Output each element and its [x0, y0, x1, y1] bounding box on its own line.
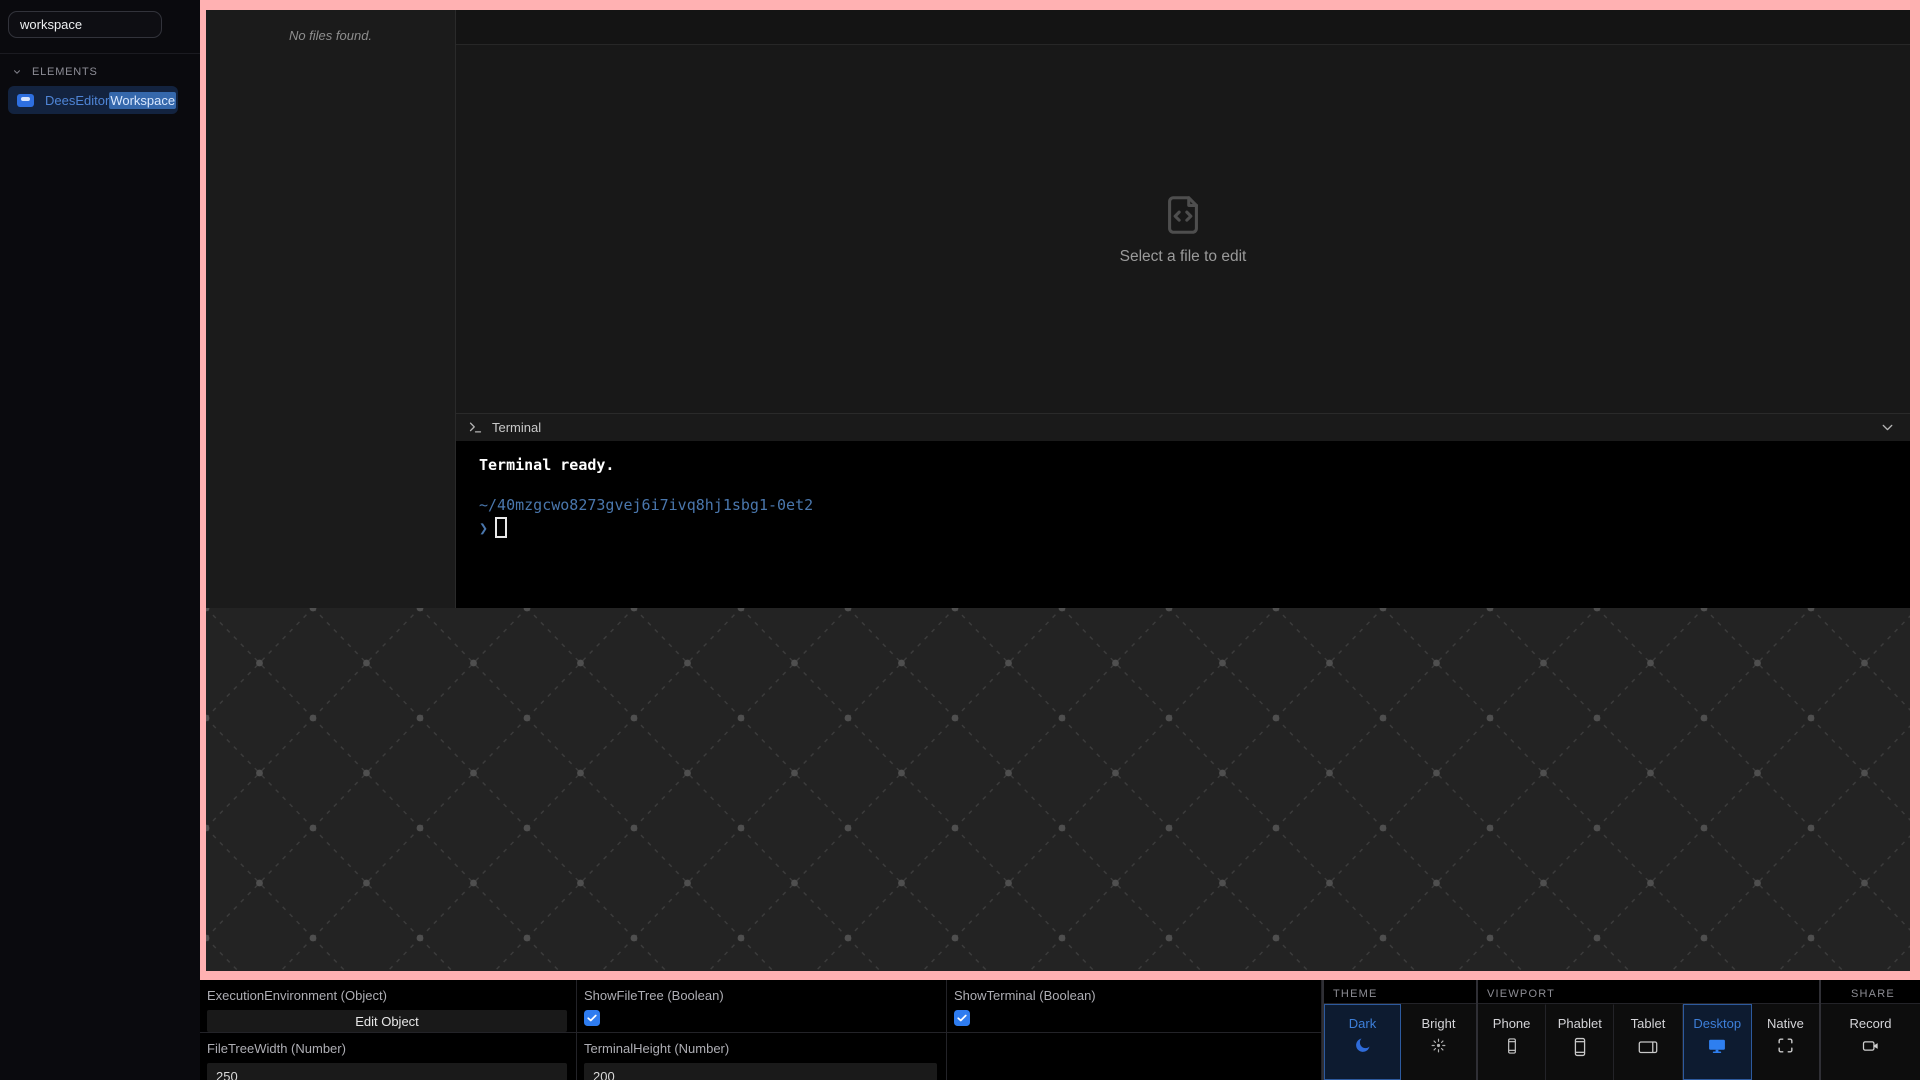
stage-background-pattern — [206, 608, 1910, 971]
desktop-icon — [1707, 1036, 1727, 1056]
tablet-icon — [1637, 1036, 1659, 1058]
diamond-lattice-pattern — [206, 608, 1910, 971]
theme-buttons: Dark Bright — [1324, 1003, 1476, 1080]
prop-label-show-terminal: ShowTerminal (Boolean) — [954, 988, 1312, 1003]
chevron-down-icon — [12, 67, 22, 77]
demo-stage-frame: No files found. Select — [200, 0, 1920, 980]
custom-element-icon — [17, 94, 34, 107]
prop-label-terminal-height: TerminalHeight (Number) — [584, 1041, 937, 1056]
share-record-button[interactable]: Record — [1821, 1004, 1920, 1080]
prop-column-3: ShowTerminal (Boolean) — [947, 980, 1322, 1080]
terminal-title: Terminal — [492, 420, 541, 435]
element-search-box[interactable] — [8, 11, 162, 38]
phablet-icon — [1569, 1036, 1591, 1058]
search-match-highlight: Workspace — [109, 92, 176, 109]
theme-dark-button[interactable]: Dark — [1324, 1004, 1401, 1080]
viewport-tablet-label: Tablet — [1631, 1016, 1666, 1031]
terminal-prompt-char: ❯ — [479, 519, 488, 537]
viewport-native-button[interactable]: Native — [1752, 1004, 1819, 1080]
viewport-section-header: VIEWPORT — [1478, 980, 1819, 1003]
element-catalog-sidebar: ELEMENTS DeesEditorWorkspace — [0, 0, 200, 1080]
terminal-ready-line: Terminal ready. — [479, 456, 1910, 474]
share-record-label: Record — [1850, 1016, 1892, 1031]
viewport-phablet-label: Phablet — [1558, 1016, 1602, 1031]
viewport-desktop-button[interactable]: Desktop — [1683, 1004, 1752, 1080]
theme-bright-label: Bright — [1422, 1016, 1456, 1031]
editor-placeholder-text: Select a file to edit — [1120, 248, 1247, 266]
viewport-phone-label: Phone — [1493, 1016, 1531, 1031]
phone-icon — [1502, 1036, 1522, 1056]
prop-show-file-tree: ShowFileTree (Boolean) — [577, 980, 946, 1033]
viewport-phone-button[interactable]: Phone — [1478, 1004, 1546, 1080]
elements-section-header[interactable]: ELEMENTS — [12, 64, 98, 79]
file-tree-width-input[interactable] — [207, 1063, 567, 1080]
sidebar-item-dees-editor-workspace[interactable]: DeesEditorWorkspace — [8, 86, 178, 114]
properties-panel: ExecutionEnvironment (Object) Edit Objec… — [200, 980, 1920, 1080]
editor-column: Select a file to edit Terminal Term — [456, 10, 1910, 608]
prop-terminal-height: TerminalHeight (Number) — [577, 1033, 946, 1080]
show-terminal-checkbox[interactable] — [954, 1010, 970, 1026]
element-item-label: DeesEditorWorkspace — [45, 93, 176, 108]
prop-label-show-file-tree: ShowFileTree (Boolean) — [584, 988, 937, 1003]
viewport-buttons: Phone Phablet Tabl — [1478, 1003, 1819, 1080]
theme-bright-button[interactable]: Bright — [1401, 1004, 1476, 1080]
theme-section: THEME Dark Bright — [1322, 980, 1476, 1080]
fullscreen-brackets-icon — [1776, 1036, 1795, 1055]
file-tree-panel: No files found. — [206, 10, 456, 608]
viewport-desktop-label: Desktop — [1693, 1016, 1741, 1031]
prop-column-2: ShowFileTree (Boolean) TerminalHeight (N… — [577, 980, 947, 1080]
element-search-input[interactable] — [9, 12, 161, 37]
share-section: SHARE Record — [1819, 980, 1920, 1080]
checkmark-icon — [956, 1012, 968, 1024]
prop-column-1: ExecutionEnvironment (Object) Edit Objec… — [200, 980, 577, 1080]
terminal-height-input[interactable] — [584, 1063, 937, 1080]
prop-label-file-tree-width: FileTreeWidth (Number) — [207, 1041, 567, 1056]
moon-icon — [1353, 1036, 1372, 1055]
app-root: ELEMENTS DeesEditorWorkspace No files fo… — [0, 0, 1920, 1080]
show-file-tree-checkbox[interactable] — [584, 1010, 600, 1026]
viewport-phablet-button[interactable]: Phablet — [1546, 1004, 1614, 1080]
terminal-cwd-line: ~/40mzgcwo8273gvej6i7ivq8hj1sbg1-0et2 — [479, 496, 1910, 514]
sun-icon — [1429, 1036, 1448, 1055]
video-camera-icon — [1861, 1036, 1881, 1056]
editor-empty-state: Select a file to edit — [456, 45, 1910, 413]
terminal-prompt-row: ❯ — [479, 517, 1910, 538]
checkmark-icon — [586, 1012, 598, 1024]
prop-execution-environment: ExecutionEnvironment (Object) Edit Objec… — [200, 980, 576, 1033]
edit-object-button[interactable]: Edit Object — [207, 1010, 567, 1032]
file-code-icon — [1160, 192, 1206, 238]
theme-section-header: THEME — [1324, 980, 1476, 1003]
file-tree-empty-message: No files found. — [206, 28, 455, 43]
terminal-output[interactable]: Terminal ready. ~/40mzgcwo8273gvej6i7ivq… — [456, 441, 1910, 608]
prop-show-terminal: ShowTerminal (Boolean) — [947, 980, 1321, 1033]
editor-tab-strip — [456, 10, 1910, 45]
prop-empty-cell — [947, 1033, 1321, 1080]
terminal-header[interactable]: Terminal — [456, 413, 1910, 441]
prop-file-tree-width: FileTreeWidth (Number) — [200, 1033, 576, 1080]
share-buttons: Record — [1821, 1003, 1920, 1080]
terminal-cursor — [495, 517, 507, 538]
share-section-header: SHARE — [1821, 980, 1920, 1003]
dees-editor-workspace-demo: No files found. Select — [206, 10, 1910, 971]
viewport-tablet-button[interactable]: Tablet — [1614, 1004, 1682, 1080]
viewport-section: VIEWPORT Phone Phablet — [1476, 980, 1819, 1080]
terminal-collapse-chevron-icon[interactable] — [1879, 419, 1896, 436]
sidebar-divider — [0, 53, 200, 54]
editor-workspace-top-row: No files found. Select — [206, 10, 1910, 608]
theme-dark-label: Dark — [1349, 1016, 1376, 1031]
elements-section-label: ELEMENTS — [32, 66, 98, 78]
viewport-native-label: Native — [1767, 1016, 1804, 1031]
terminal-icon — [468, 420, 483, 435]
prop-label-execution-environment: ExecutionEnvironment (Object) — [207, 988, 567, 1003]
